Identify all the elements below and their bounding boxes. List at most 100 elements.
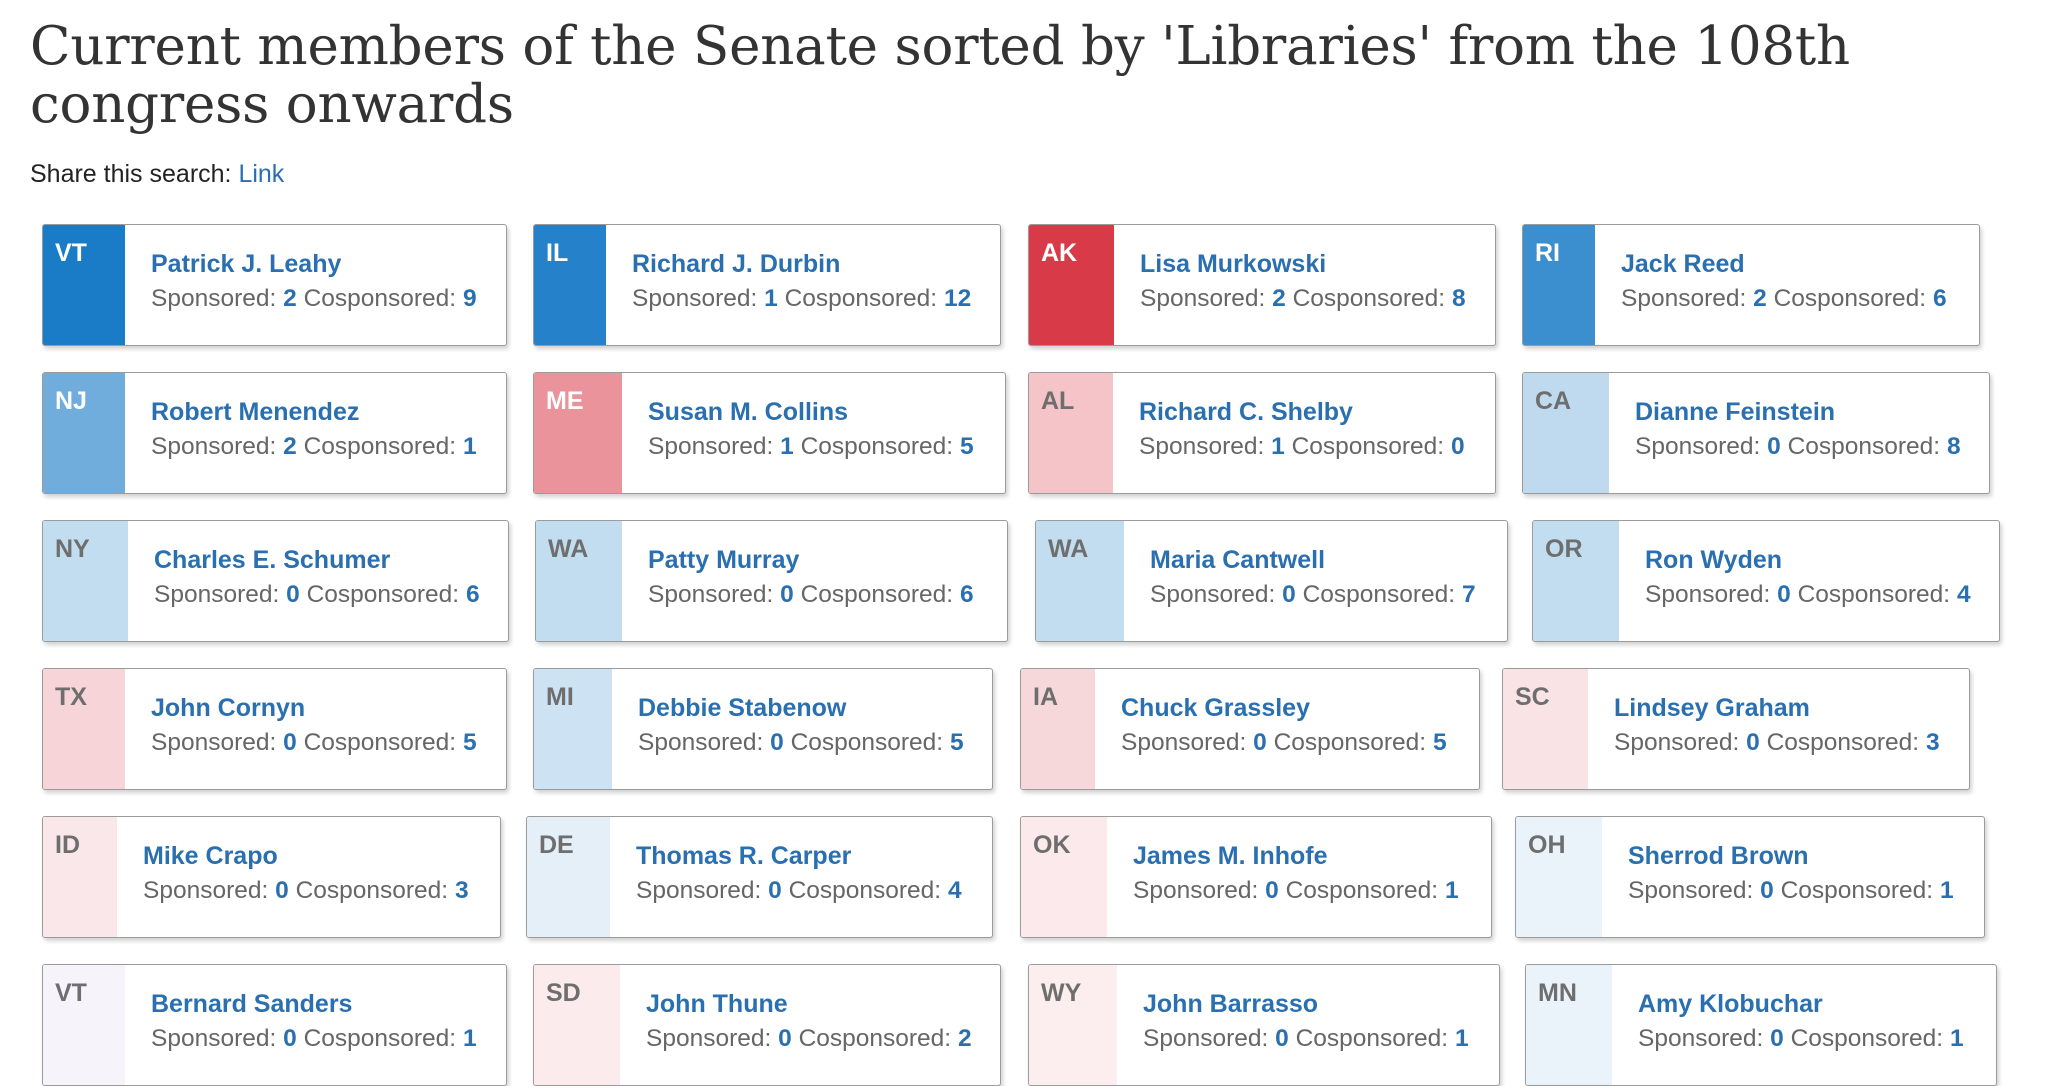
member-card[interactable]: RI Jack Reed Sponsored: 2 Cosponsored: 6 xyxy=(1522,224,1980,346)
member-card[interactable]: ME Susan M. Collins Sponsored: 1 Cosponsor… xyxy=(533,372,1006,494)
member-card[interactable]: IA Chuck Grassley Sponsored: 0 Cosponsored… xyxy=(1020,668,1480,790)
cosponsored-count[interactable]: 4 xyxy=(948,877,962,904)
cosponsored-count[interactable]: 6 xyxy=(1933,285,1947,312)
member-card[interactable]: CA Dianne Feinstein Sponsored: 0 Cosponsor… xyxy=(1522,372,1990,494)
cosponsored-count[interactable]: 0 xyxy=(1451,433,1465,460)
member-info: Bernard Sanders Sponsored: 0 Cosponsored:… xyxy=(151,987,477,1057)
cosponsored-count[interactable]: 8 xyxy=(1452,285,1466,312)
sponsored-count[interactable]: 0 xyxy=(1265,877,1279,904)
member-card[interactable]: OR Ron Wyden Sponsored: 0 Cosponsored: 4 xyxy=(1532,520,2000,642)
cosponsored-count[interactable]: 9 xyxy=(463,285,477,312)
member-name-link[interactable]: Susan M. Collins xyxy=(648,395,974,429)
sponsored-count[interactable]: 0 xyxy=(283,729,297,756)
sponsored-count[interactable]: 1 xyxy=(1271,433,1285,460)
sponsored-count[interactable]: 0 xyxy=(286,581,300,608)
sponsored-count[interactable]: 0 xyxy=(1767,433,1781,460)
sponsored-count[interactable]: 0 xyxy=(1760,877,1774,904)
cosponsored-count[interactable]: 8 xyxy=(1947,433,1961,460)
member-name-link[interactable]: Debbie Stabenow xyxy=(638,691,964,725)
member-card[interactable]: SD John Thune Sponsored: 0 Cosponsored: 2 xyxy=(533,964,1001,1086)
member-card[interactable]: MI Debbie Stabenow Sponsored: 0 Cosponsore… xyxy=(533,668,993,790)
member-name-link[interactable]: Patrick J. Leahy xyxy=(151,247,477,281)
member-card[interactable]: DE Thomas R. Carper Sponsored: 0 Cosponsor… xyxy=(526,816,993,938)
member-name-link[interactable]: Patty Murray xyxy=(648,543,974,577)
member-card[interactable]: ID Mike Crapo Sponsored: 0 Cosponsored: 3 xyxy=(42,816,501,938)
sponsored-count[interactable]: 0 xyxy=(768,877,782,904)
member-card[interactable]: SC Lindsey Graham Sponsored: 0 Cosponsored… xyxy=(1502,668,1970,790)
sponsored-count[interactable]: 0 xyxy=(1253,729,1267,756)
cosponsored-count[interactable]: 1 xyxy=(463,433,477,460)
member-name-link[interactable]: Mike Crapo xyxy=(143,839,469,873)
member-name-link[interactable]: Bernard Sanders xyxy=(151,987,477,1021)
member-card[interactable]: WY John Barrasso Sponsored: 0 Cosponsored:… xyxy=(1028,964,1500,1086)
cosponsored-count[interactable]: 1 xyxy=(1445,877,1459,904)
member-name-link[interactable]: Richard C. Shelby xyxy=(1139,395,1465,429)
member-info: James M. Inhofe Sponsored: 0 Cosponsored:… xyxy=(1133,839,1459,909)
sponsored-count[interactable]: 0 xyxy=(1777,581,1791,608)
cosponsored-count[interactable]: 1 xyxy=(1940,877,1954,904)
member-name-link[interactable]: John Cornyn xyxy=(151,691,477,725)
member-card[interactable]: WA Patty Murray Sponsored: 0 Cosponsored: … xyxy=(535,520,1008,642)
sponsored-count[interactable]: 0 xyxy=(780,581,794,608)
state-badge: VT xyxy=(43,965,125,1085)
sponsored-count[interactable]: 0 xyxy=(275,877,289,904)
cosponsored-count[interactable]: 4 xyxy=(1957,581,1971,608)
page: Current members of the Senate sorted by … xyxy=(0,0,2065,1086)
bill-counts: Sponsored: 0 Cosponsored: 3 xyxy=(143,873,469,909)
member-info: Debbie Stabenow Sponsored: 0 Cosponsored:… xyxy=(638,691,964,761)
member-name-link[interactable]: Jack Reed xyxy=(1621,247,1947,281)
state-badge: OR xyxy=(1533,521,1619,641)
cosponsored-count[interactable]: 6 xyxy=(960,581,974,608)
member-card[interactable]: AK Lisa Murkowski Sponsored: 2 Cosponsored… xyxy=(1028,224,1496,346)
member-name-link[interactable]: Amy Klobuchar xyxy=(1638,987,1964,1021)
member-name-link[interactable]: Maria Cantwell xyxy=(1150,543,1476,577)
member-name-link[interactable]: John Thune xyxy=(646,987,972,1021)
member-card[interactable]: TX John Cornyn Sponsored: 0 Cosponsored: 5 xyxy=(42,668,507,790)
sponsored-count[interactable]: 0 xyxy=(1282,581,1296,608)
cosponsored-count[interactable]: 5 xyxy=(960,433,974,460)
cosponsored-count[interactable]: 5 xyxy=(950,729,964,756)
cosponsored-count[interactable]: 12 xyxy=(944,285,971,312)
member-card[interactable]: NY Charles E. Schumer Sponsored: 0 Cospons… xyxy=(42,520,509,642)
sponsored-count[interactable]: 2 xyxy=(1272,285,1286,312)
member-name-link[interactable]: Lisa Murkowski xyxy=(1140,247,1466,281)
bill-counts: Sponsored: 0 Cosponsored: 4 xyxy=(1645,577,1971,613)
cosponsored-count[interactable]: 7 xyxy=(1462,581,1476,608)
member-name-link[interactable]: Sherrod Brown xyxy=(1628,839,1954,873)
member-name-link[interactable]: Charles E. Schumer xyxy=(154,543,480,577)
member-name-link[interactable]: Robert Menendez xyxy=(151,395,477,429)
sponsored-count[interactable]: 1 xyxy=(780,433,794,460)
cosponsored-count[interactable]: 5 xyxy=(463,729,477,756)
cosponsored-count[interactable]: 3 xyxy=(1926,729,1940,756)
member-card[interactable]: IL Richard J. Durbin Sponsored: 1 Cosponso… xyxy=(533,224,1001,346)
member-card[interactable]: VT Bernard Sanders Sponsored: 0 Cosponsore… xyxy=(42,964,507,1086)
sponsored-count[interactable]: 2 xyxy=(283,433,297,460)
cosponsored-count[interactable]: 6 xyxy=(466,581,480,608)
member-name-link[interactable]: Lindsey Graham xyxy=(1614,691,1940,725)
member-card[interactable]: MN Amy Klobuchar Sponsored: 0 Cosponsored:… xyxy=(1525,964,1997,1086)
sponsored-count[interactable]: 0 xyxy=(1746,729,1760,756)
sponsored-count[interactable]: 2 xyxy=(283,285,297,312)
member-card[interactable]: AL Richard C. Shelby Sponsored: 1 Cosponso… xyxy=(1028,372,1496,494)
member-info: John Barrasso Sponsored: 0 Cosponsored: 1 xyxy=(1143,987,1469,1057)
cosponsored-count[interactable]: 5 xyxy=(1433,729,1447,756)
sponsored-count[interactable]: 2 xyxy=(1753,285,1767,312)
member-card[interactable]: VT Patrick J. Leahy Sponsored: 2 Cosponsor… xyxy=(42,224,507,346)
share-link[interactable]: Link xyxy=(238,160,284,188)
member-name-link[interactable]: Richard J. Durbin xyxy=(632,247,971,281)
member-name-link[interactable]: James M. Inhofe xyxy=(1133,839,1459,873)
cosponsored-count[interactable]: 3 xyxy=(455,877,469,904)
member-card[interactable]: WA Maria Cantwell Sponsored: 0 Cosponsored… xyxy=(1035,520,1508,642)
member-name-link[interactable]: Thomas R. Carper xyxy=(636,839,962,873)
cosponsored-label: Cosponsored: xyxy=(800,581,960,608)
member-card[interactable]: OK James M. Inhofe Sponsored: 0 Cosponsore… xyxy=(1020,816,1492,938)
state-badge: WY xyxy=(1029,965,1117,1085)
member-card[interactable]: NJ Robert Menendez Sponsored: 2 Cosponsore… xyxy=(42,372,507,494)
member-name-link[interactable]: Chuck Grassley xyxy=(1121,691,1447,725)
member-name-link[interactable]: Ron Wyden xyxy=(1645,543,1971,577)
member-name-link[interactable]: Dianne Feinstein xyxy=(1635,395,1961,429)
member-name-link[interactable]: John Barrasso xyxy=(1143,987,1469,1021)
sponsored-count[interactable]: 1 xyxy=(764,285,778,312)
member-card[interactable]: OH Sherrod Brown Sponsored: 0 Cosponsored:… xyxy=(1515,816,1985,938)
sponsored-count[interactable]: 0 xyxy=(770,729,784,756)
